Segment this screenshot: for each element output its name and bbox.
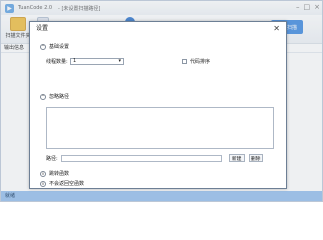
path-row: 路径: 新建 删除 [46, 154, 274, 162]
section-skip-functions[interactable]: v 跳转函数 [40, 169, 276, 178]
section-skip-label: 跳转函数 [49, 171, 70, 177]
collapse-icon: ^ [40, 93, 46, 100]
section-basic-label: 基础设置 [49, 44, 70, 50]
path-label: 路径: [46, 155, 58, 162]
delete-path-button[interactable]: 删除 [248, 154, 263, 162]
threads-value: 1 [73, 58, 77, 64]
section-nonempty-label: 不会返回空函数 [49, 181, 85, 187]
section-basic-settings[interactable]: ^ 基础设置 [40, 42, 276, 51]
expand-icon: v [40, 170, 46, 177]
threads-select[interactable]: 1 ▾ [70, 57, 124, 65]
section-ignore-paths[interactable]: ^ 忽略路径 [40, 92, 276, 101]
settings-dialog: 设置 ✕ ^ 基础设置 线程数量: 1 ▾ 代码排序 ^ 忽略路径 路径: 新建 [29, 21, 287, 189]
path-input[interactable] [60, 154, 222, 162]
code-format-checkbox[interactable] [182, 58, 187, 64]
code-format-label: 代码排序 [190, 58, 211, 65]
ignore-path-list[interactable] [46, 107, 274, 149]
collapse-icon: ^ [40, 43, 46, 50]
close-icon[interactable]: ✕ [273, 24, 280, 34]
new-path-button[interactable]: 新建 [228, 154, 245, 162]
expand-icon: v [40, 180, 46, 187]
section-ignore-label: 忽略路径 [49, 94, 70, 100]
code-format-checkbox-wrap[interactable]: 代码排序 [182, 58, 210, 65]
chevron-down-icon: ▾ [118, 58, 121, 64]
main-window: ▶ TuanCode 2.0 - [未设置扫描路径] – □ × 扫描文件夹 扫… [0, 0, 323, 202]
threads-row: 线程数量: 1 ▾ 代码排序 [46, 57, 272, 65]
dialog-title: 设置 [36, 25, 49, 32]
threads-label: 线程数量: [46, 58, 68, 65]
section-nonempty-functions[interactable]: v 不会返回空函数 [40, 179, 276, 188]
